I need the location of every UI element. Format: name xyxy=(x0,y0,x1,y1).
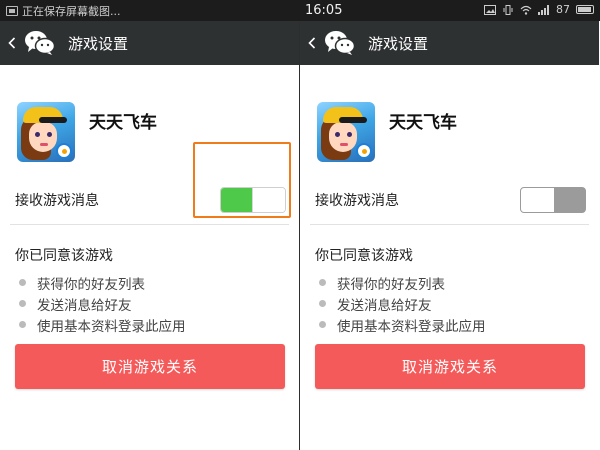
back-button[interactable] xyxy=(308,37,322,49)
game-app-icon xyxy=(317,102,375,162)
vibrate-icon xyxy=(503,4,513,15)
header-bar: 游戏设置 xyxy=(0,21,299,65)
permission-item: 发送消息给好友 xyxy=(315,293,584,314)
permissions-section: 你已同意该游戏 获得你的好友列表 发送消息给好友 使用基本资料登录此应用 xyxy=(0,225,299,335)
receive-messages-label: 接收游戏消息 xyxy=(315,192,399,209)
screenshot-icon xyxy=(6,6,18,16)
permission-item: 发送消息给好友 xyxy=(15,293,284,314)
status-right: 87 xyxy=(484,3,594,16)
status-left: 正在保存屏幕截图... xyxy=(6,3,121,19)
bullet-icon xyxy=(19,300,26,307)
permission-item: 使用基本资料登录此应用 xyxy=(315,314,584,335)
battery-icon xyxy=(576,5,594,14)
receive-messages-row: 接收游戏消息 xyxy=(310,175,589,225)
permission-item: 获得你的好友列表 xyxy=(315,272,584,293)
signal-icon xyxy=(538,4,549,15)
permissions-title: 你已同意该游戏 xyxy=(15,248,113,264)
back-button[interactable] xyxy=(8,37,22,49)
wechat-logo-icon xyxy=(324,29,358,57)
game-name: 天天飞车 xyxy=(389,112,457,133)
toggle-highlight-box xyxy=(193,142,291,218)
wifi-icon xyxy=(520,5,532,15)
bullet-icon xyxy=(19,321,26,328)
cancel-game-relation-button[interactable]: 取消游戏关系 xyxy=(315,344,585,389)
permission-item: 获得你的好友列表 xyxy=(15,272,284,293)
page-title: 游戏设置 xyxy=(368,34,429,53)
image-icon xyxy=(484,4,496,15)
game-settings-panel-left: 游戏设置 天天飞车 接收游戏消息 你已同意该游戏 获得你的好友列表 发送消息给好… xyxy=(0,21,299,450)
battery-level: 87 xyxy=(556,3,570,16)
chevron-left-icon xyxy=(308,37,316,49)
bullet-icon xyxy=(19,279,26,286)
status-time: 16:05 xyxy=(305,3,343,18)
game-info: 天天飞车 xyxy=(300,65,599,175)
wechat-logo-icon xyxy=(24,29,58,57)
permissions-title: 你已同意该游戏 xyxy=(315,248,413,264)
receive-messages-toggle[interactable] xyxy=(520,186,586,213)
bullet-icon xyxy=(319,279,326,286)
permissions-section: 你已同意该游戏 获得你的好友列表 发送消息给好友 使用基本资料登录此应用 xyxy=(300,225,599,335)
game-settings-panel-right: 游戏设置 天天飞车 接收游戏消息 你已同意该游戏 获得你的好友列表 发送消息给好… xyxy=(300,21,599,450)
game-name: 天天飞车 xyxy=(89,112,157,133)
header-bar: 游戏设置 xyxy=(300,21,599,65)
receive-messages-label: 接收游戏消息 xyxy=(15,192,99,209)
status-notification-text: 正在保存屏幕截图... xyxy=(22,5,121,18)
status-bar: 正在保存屏幕截图... 16:05 87 xyxy=(0,0,600,21)
chevron-left-icon xyxy=(8,37,16,49)
permission-item: 使用基本资料登录此应用 xyxy=(15,314,284,335)
game-app-icon xyxy=(17,102,75,162)
cancel-game-relation-button[interactable]: 取消游戏关系 xyxy=(15,344,285,389)
bullet-icon xyxy=(319,321,326,328)
bullet-icon xyxy=(319,300,326,307)
page-title: 游戏设置 xyxy=(68,34,129,53)
toggle-knob xyxy=(521,187,554,212)
